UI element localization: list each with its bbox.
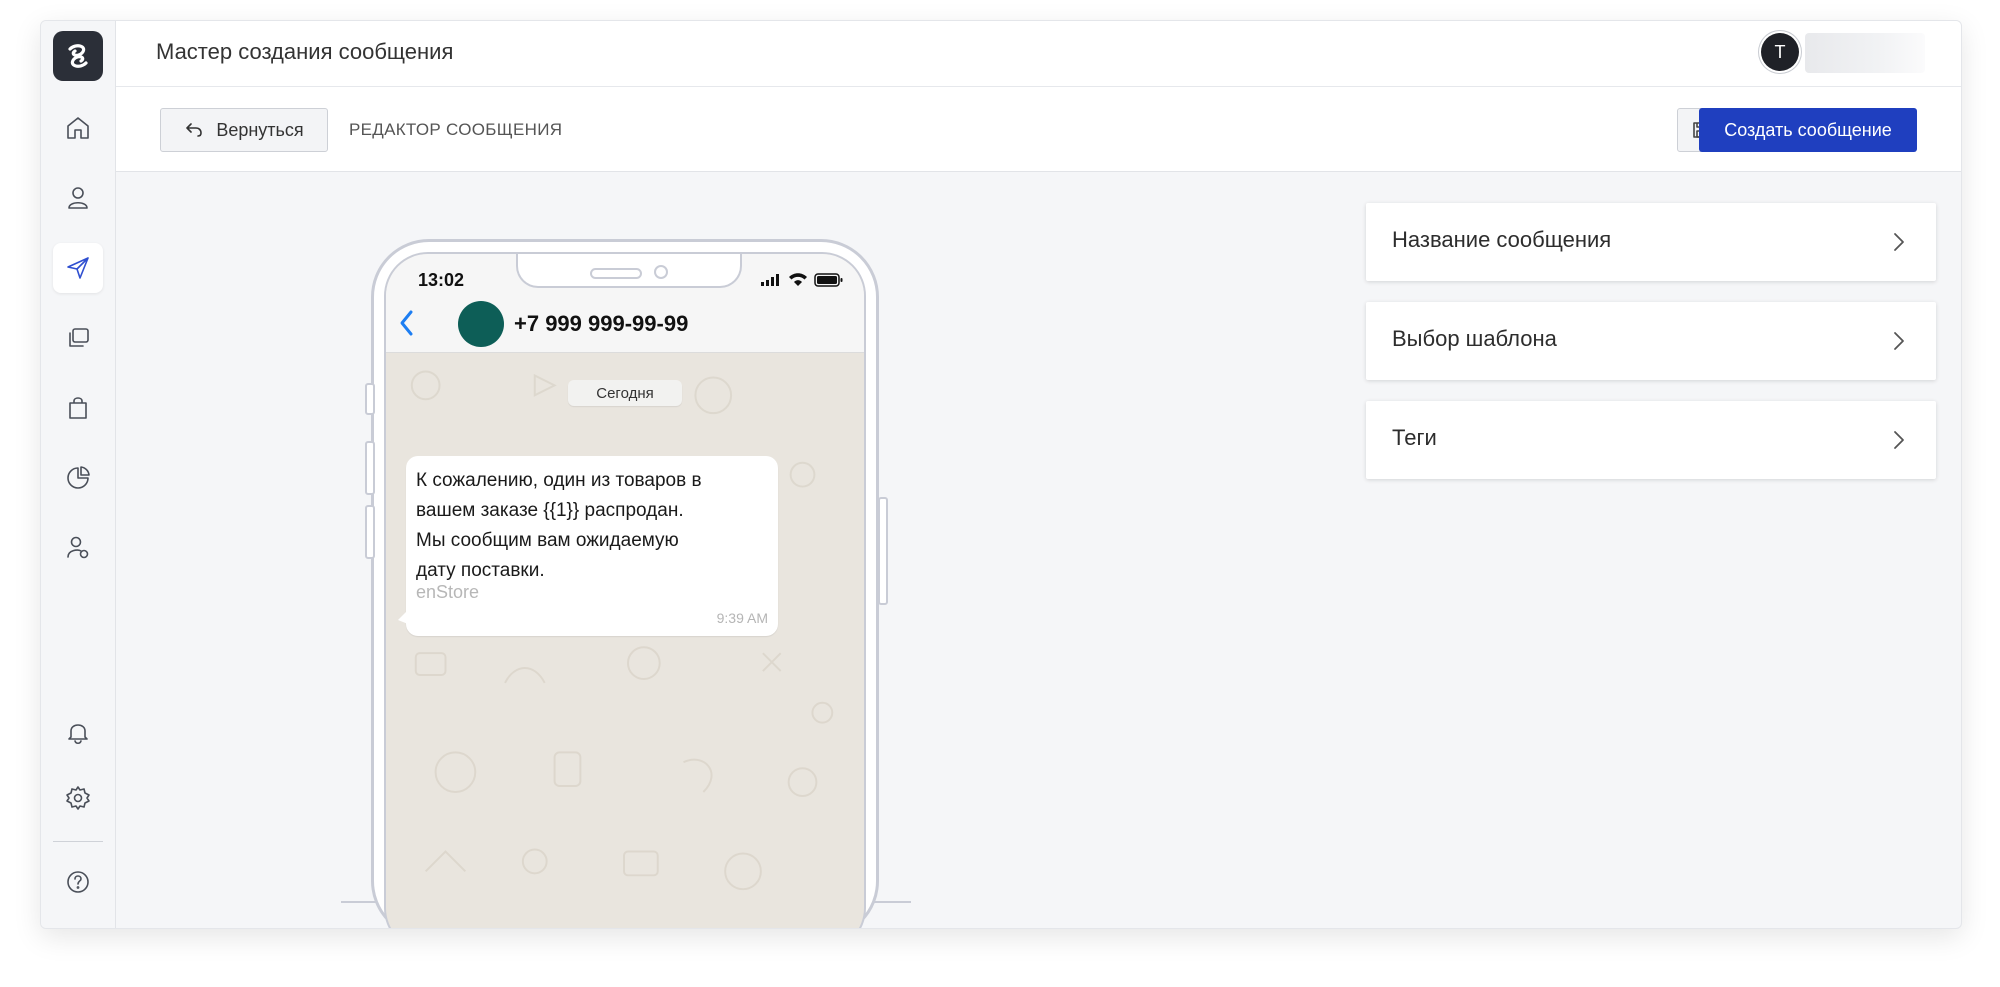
sidebar-item-messages[interactable] [53,243,103,293]
phone-screen: 13:02 +7 999 999-99-99 Сегодня К сожален… [384,252,866,928]
header: Мастер создания сообщения T [116,21,1961,87]
avatar[interactable]: T [1761,33,1799,71]
panel-label: Название сообщения [1392,227,1612,252]
message-time: 9:39 AM [716,610,768,626]
phone-power-button [878,497,888,605]
bubble-tail [398,610,408,624]
chat-back-button[interactable] [394,306,420,340]
sidebar [41,21,116,928]
sidebar-item-analytics[interactable] [53,453,103,503]
chevron-right-icon [1892,429,1906,451]
wifi-icon [789,273,807,286]
phone-volume-down [365,505,375,559]
app-window: Мастер создания сообщения T Вернуться РЕ… [40,20,1962,929]
pie-chart-icon [67,466,90,489]
send-icon [67,257,89,279]
phone-volume-up [365,441,375,495]
message-footer: enStore [416,582,480,602]
logo-icon [68,44,88,68]
copy-icon [69,328,89,347]
battery-icon [814,272,843,287]
chat-header: +7 999 999-99-99 [386,294,864,353]
sidebar-item-notifications[interactable] [53,707,103,757]
sidebar-item-settings[interactable] [53,773,103,823]
message-bubble: К сожалению, один из товаров в вашем зак… [398,456,778,636]
user-settings-icon [67,536,89,559]
phone-status-icons [760,272,844,287]
panel-label: Выбор шаблона [1392,326,1557,351]
help-icon [67,871,89,893]
shopping-bag-icon [69,397,87,419]
sidebar-item-help[interactable] [53,857,103,907]
date-chip: Сегодня [568,380,682,406]
panel-template-select[interactable]: Выбор шаблона [1366,302,1936,380]
sidebar-item-templates[interactable] [53,313,103,363]
signal-icon [761,273,779,286]
sidebar-item-contacts[interactable] [53,173,103,223]
toolbar: Вернуться РЕДАКТОР СООБЩЕНИЯ Создать соо… [116,87,1961,172]
phone-speaker [590,268,642,279]
phone-time: 13:02 [418,270,465,290]
home-icon [67,117,89,139]
user-icon [68,187,88,209]
create-message-button[interactable]: Создать сообщение [1699,108,1917,152]
chat-wallpaper-pattern [410,370,834,891]
phone-notch [516,254,742,288]
chevron-right-icon [1892,231,1906,253]
phone-camera [654,265,668,279]
chevron-right-icon [1892,330,1906,352]
back-button-label: Вернуться [216,119,304,140]
panel-label: Теги [1392,425,1437,450]
sidebar-divider [53,841,103,842]
app-logo[interactable] [53,31,103,81]
gear-icon [66,786,90,810]
breadcrumb: РЕДАКТОР СООБЩЕНИЯ [349,120,563,139]
sidebar-item-home[interactable] [53,103,103,153]
panel-message-name[interactable]: Название сообщения [1366,203,1936,281]
contact-avatar [458,301,504,347]
undo-arrow-icon [186,123,203,137]
page-title: Мастер создания сообщения [156,39,454,64]
chevron-left-icon [400,310,413,336]
panel-tags[interactable]: Теги [1366,401,1936,479]
phone-mute-switch [365,383,375,415]
contact-phone: +7 999 999-99-99 [514,311,689,336]
sidebar-item-shop[interactable] [53,383,103,433]
back-button[interactable]: Вернуться [160,108,328,152]
message-text: К сожалению, один из товаров в вашем зак… [416,470,702,581]
user-name-blurred[interactable] [1805,33,1925,73]
bell-icon [68,724,88,745]
sidebar-item-user-settings[interactable] [53,523,103,573]
